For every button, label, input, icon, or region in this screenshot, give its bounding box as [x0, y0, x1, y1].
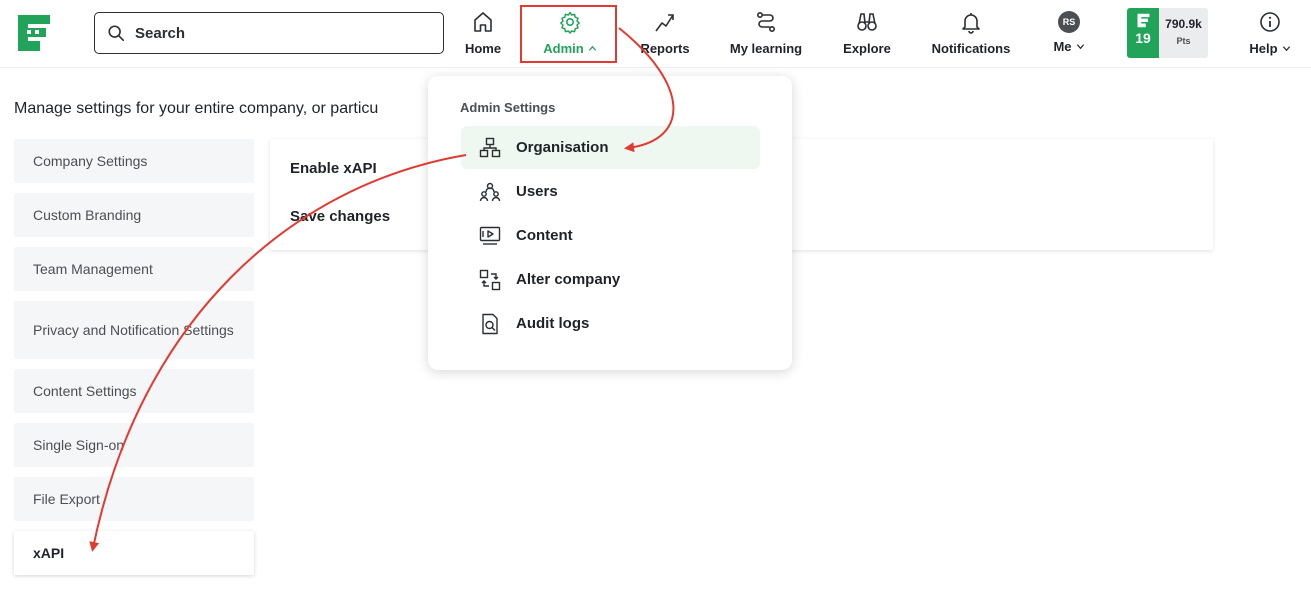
nav-me[interactable]: RS Me [1046, 8, 1092, 60]
nav-help[interactable]: Help [1244, 8, 1296, 60]
menu-item-label: Audit logs [516, 315, 590, 332]
nav-notifications-label: Notifications [931, 41, 1011, 56]
reports-icon [655, 14, 674, 32]
menu-item-label: Alter company [516, 271, 621, 288]
nav-home[interactable]: Home [458, 8, 508, 60]
menu-item-label: Content [516, 227, 573, 244]
sidebar-item-company-settings[interactable]: Company Settings [14, 139, 254, 183]
sidebar-item-privacy-notification[interactable]: Privacy and Notification Settings [14, 301, 254, 359]
level-badge: 19 [1127, 8, 1159, 58]
save-changes-button[interactable]: Save changes [290, 208, 390, 225]
sidebar-item-content-settings[interactable]: Content Settings [14, 369, 254, 413]
brand-mark-icon [1137, 13, 1149, 28]
search-input[interactable] [135, 24, 415, 42]
search-icon [108, 25, 125, 42]
avatar: RS [1058, 11, 1080, 33]
users-icon [479, 182, 501, 201]
company-logo-icon[interactable] [16, 13, 52, 53]
nav-reports[interactable]: Reports [635, 8, 695, 60]
organisation-icon [479, 137, 501, 157]
menu-item-label: Users [516, 183, 558, 200]
sidebar-item-label: Privacy and Notification Settings [33, 322, 234, 338]
nav-me-label: Me [1053, 39, 1072, 54]
nav-help-label: Help [1249, 41, 1278, 56]
top-header: Home Admin Reports My learning Explore N… [0, 0, 1311, 68]
sidebar-item-custom-branding[interactable]: Custom Branding [14, 193, 254, 237]
home-icon [474, 12, 492, 32]
chevron-down-icon [1282, 46, 1290, 52]
learning-path-icon [756, 11, 776, 32]
admin-highlight-box [520, 5, 617, 63]
sidebar-item-label: Content Settings [33, 383, 137, 399]
menu-item-content[interactable]: Content [461, 214, 760, 257]
points-badge[interactable]: 19 790.9k Pts [1127, 8, 1208, 58]
info-icon [1260, 12, 1280, 32]
content-icon [479, 226, 501, 245]
sidebar-item-label: xAPI [33, 545, 65, 561]
sidebar-item-label: Custom Branding [33, 207, 142, 223]
nav-home-label: Home [464, 41, 502, 56]
nav-explore[interactable]: Explore [838, 8, 896, 60]
binoculars-icon [857, 13, 877, 31]
sidebar-item-label: Company Settings [33, 153, 148, 169]
menu-item-audit-logs[interactable]: Audit logs [461, 302, 760, 345]
sidebar-item-file-export[interactable]: File Export [14, 477, 254, 521]
nav-my-learning-label: My learning [729, 41, 803, 56]
nav-reports-label: Reports [640, 41, 690, 56]
nav-explore-label: Explore [843, 41, 891, 56]
level-number: 19 [1135, 30, 1151, 46]
chevron-down-icon [1076, 44, 1084, 50]
menu-item-users[interactable]: Users [461, 170, 760, 213]
sidebar-item-label: Single Sign-on [33, 437, 125, 453]
search-box[interactable] [94, 12, 444, 54]
sidebar-item-label: Team Management [33, 261, 153, 277]
page-description: Manage settings for your entire company,… [14, 100, 379, 117]
sidebar-item-team-management[interactable]: Team Management [14, 247, 254, 291]
menu-item-organisation[interactable]: Organisation [461, 126, 760, 169]
sidebar-item-single-sign-on[interactable]: Single Sign-on [14, 423, 254, 467]
nav-notifications[interactable]: Notifications [926, 8, 1016, 60]
sidebar-item-label: File Export [33, 491, 100, 507]
alter-company-icon [479, 269, 501, 290]
admin-dropdown-menu: Admin Settings Organisation Users Conten… [428, 76, 792, 370]
menu-item-alter-company[interactable]: Alter company [461, 258, 760, 301]
bell-icon [962, 13, 980, 34]
points-unit: Pts [1176, 36, 1191, 46]
menu-item-label: Organisation [516, 139, 609, 156]
enable-xapi-toggle-label[interactable]: Enable xAPI [290, 160, 377, 177]
sidebar-item-xapi[interactable]: xAPI [14, 531, 254, 575]
admin-menu-title: Admin Settings [460, 100, 556, 115]
nav-my-learning[interactable]: My learning [724, 8, 808, 60]
audit-logs-icon [482, 313, 498, 334]
points-value: 790.9k [1165, 17, 1202, 31]
